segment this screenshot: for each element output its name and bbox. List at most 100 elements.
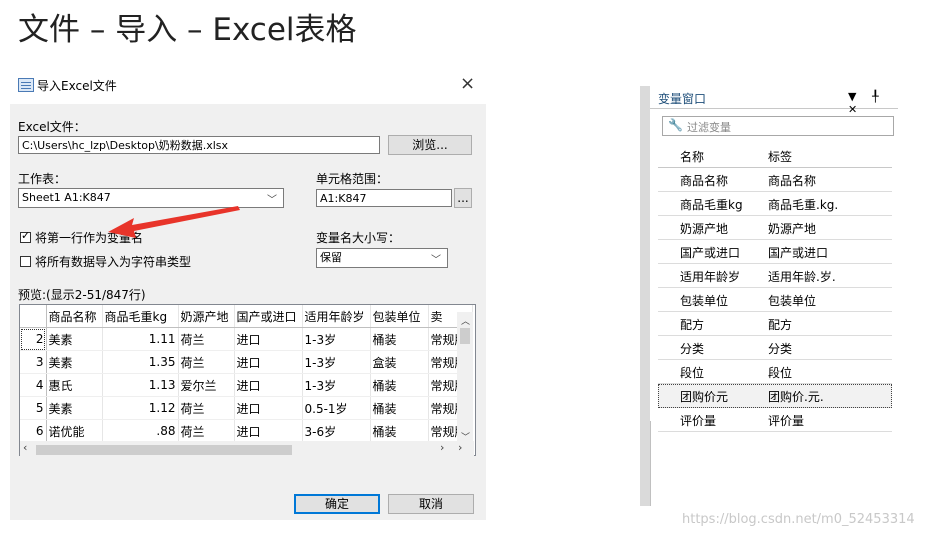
column-header[interactable]: 包装单位 xyxy=(370,305,429,328)
list-item[interactable]: 商品毛重kg 商品毛重.kg. xyxy=(658,192,892,216)
page-heading: 文件 – 导入 – Excel表格 xyxy=(18,12,357,48)
row-number: 4 xyxy=(20,373,47,397)
preview-grid[interactable]: 商品名称 商品毛重kg 奶源产地 国产或进口 适用年龄岁 包装单位 卖 2 美素… xyxy=(19,304,476,456)
list-item[interactable]: 配方 配方 xyxy=(658,312,892,336)
variable-label: 包装单位 xyxy=(768,294,817,308)
scroll-thumb[interactable] xyxy=(460,328,470,344)
grid-cell[interactable]: 惠氏 xyxy=(46,373,103,397)
panel-window-controls[interactable]: ▼ ╀ ✕ xyxy=(848,90,898,116)
browse-button[interactable]: 浏览... xyxy=(388,135,472,155)
preview-horizontal-scrollbar[interactable]: ‹ › › xyxy=(20,441,474,457)
preview-vertical-scrollbar[interactable]: ︿ ﹀ xyxy=(457,312,473,444)
grid-cell[interactable]: 1-3岁 xyxy=(302,327,371,351)
grid-cell[interactable]: 荷兰 xyxy=(178,327,235,351)
list-item[interactable]: 适用年龄岁 适用年龄.岁. xyxy=(658,264,892,288)
wrench-icon[interactable]: 🔧 xyxy=(668,118,683,132)
table-row[interactable]: 3 美素 1.35 荷兰 进口 1-3岁 盒装 常规版 xyxy=(20,350,473,374)
scroll-thumb[interactable] xyxy=(36,445,292,455)
list-item[interactable]: 奶源产地 奶源产地 xyxy=(658,216,892,240)
column-header-label[interactable]: 标签 xyxy=(768,148,792,165)
range-label: 单元格范围： xyxy=(316,172,389,186)
grid-cell[interactable]: 诺优能 xyxy=(46,419,103,443)
grid-cell[interactable]: 荷兰 xyxy=(178,350,235,374)
close-icon[interactable]: × xyxy=(460,73,475,94)
filter-variables-input[interactable]: 🔧 过滤变量 xyxy=(662,116,894,136)
scroll-left-icon[interactable]: ‹ xyxy=(23,441,27,454)
scroll-right-icon[interactable]: › xyxy=(440,441,444,454)
grid-cell[interactable]: 荷兰 xyxy=(178,396,235,420)
grid-cell[interactable]: 进口 xyxy=(234,327,303,351)
sheet-label: 工作表： xyxy=(18,172,67,186)
table-row[interactable]: 5 美素 1.12 荷兰 进口 0.5-1岁 桶装 常规版 xyxy=(20,396,473,420)
table-row[interactable]: 6 诺优能 .88 荷兰 进口 3-6岁 桶装 常规版 xyxy=(20,419,473,443)
import-as-string-checkbox[interactable] xyxy=(20,256,31,267)
list-item[interactable]: 段位 段位 xyxy=(658,360,892,384)
grid-cell[interactable]: 爱尔兰 xyxy=(178,373,235,397)
grid-cell[interactable]: 1.13 xyxy=(102,373,179,397)
grid-cell[interactable]: 进口 xyxy=(234,350,303,374)
grid-cell[interactable]: 进口 xyxy=(234,373,303,397)
grid-cell[interactable]: 桶装 xyxy=(370,327,429,351)
table-row[interactable]: 4 惠氏 1.13 爱尔兰 进口 1-3岁 桶装 常规版 xyxy=(20,373,473,397)
grid-cell[interactable]: 桶装 xyxy=(370,419,429,443)
range-picker-button[interactable]: ... xyxy=(454,188,472,208)
grid-cell[interactable]: 美素 xyxy=(46,327,103,351)
column-header-name[interactable]: 名称 xyxy=(680,148,704,165)
preview-label: 预览:(显示2-51/847行) xyxy=(18,288,146,302)
list-item[interactable]: 分类 分类 xyxy=(658,336,892,360)
grid-cell[interactable]: 荷兰 xyxy=(178,419,235,443)
watermark: https://blog.csdn.net/m0_52453314 xyxy=(682,512,915,527)
list-item[interactable]: 国产或进口 国产或进口 xyxy=(658,240,892,264)
grid-cell[interactable]: 1.11 xyxy=(102,327,179,351)
import-as-string-label[interactable]: 将所有数据导入为字符串类型 xyxy=(35,253,191,270)
sheet-select-value: Sheet1 A1:K847 xyxy=(22,191,111,204)
excel-file-input[interactable]: C:\Users\hc_lzp\Desktop\奶粉数据.xlsx xyxy=(18,136,380,154)
list-item[interactable]: 商品名称 商品名称 xyxy=(658,168,892,192)
variable-label: 段位 xyxy=(768,366,793,380)
variable-name: 配方 xyxy=(680,318,705,332)
column-header[interactable]: 奶源产地 xyxy=(178,305,235,328)
grid-cell[interactable]: 1.12 xyxy=(102,396,179,420)
grid-cell[interactable]: 进口 xyxy=(234,419,303,443)
variable-label: 评价量 xyxy=(768,414,805,428)
first-row-header-checkbox[interactable] xyxy=(20,229,31,243)
grid-cell[interactable]: 美素 xyxy=(46,350,103,374)
chevron-down-icon: ﹀ xyxy=(431,255,441,266)
column-header[interactable]: 商品毛重kg xyxy=(102,305,179,328)
grid-cell[interactable]: 桶装 xyxy=(370,373,429,397)
dialog-title: 导入Excel文件 xyxy=(37,79,117,93)
grid-cell[interactable]: 3-6岁 xyxy=(302,419,371,443)
grid-corner xyxy=(20,305,47,328)
variable-name: 包装单位 xyxy=(680,294,729,308)
scroll-right-icon[interactable]: › xyxy=(458,441,462,454)
grid-cell[interactable]: .88 xyxy=(102,419,179,443)
column-header[interactable]: 国产或进口 xyxy=(234,305,303,328)
table-row[interactable]: 2 美素 1.11 荷兰 进口 1-3岁 桶装 常规版 xyxy=(20,327,473,351)
grid-cell[interactable]: 0.5-1岁 xyxy=(302,396,371,420)
import-excel-dialog: 导入Excel文件 × Excel文件： C:\Users\hc_lzp\Des… xyxy=(10,68,486,520)
list-item[interactable]: 评价量 评价量 xyxy=(658,408,892,432)
ok-button[interactable]: 确定 xyxy=(294,494,380,514)
grid-cell[interactable]: 桶装 xyxy=(370,396,429,420)
variable-label: 商品名称 xyxy=(768,174,817,188)
grid-cell[interactable]: 1-3岁 xyxy=(302,373,371,397)
variables-panel-title: 变量窗口 xyxy=(658,92,707,106)
column-header[interactable]: 适用年龄岁 xyxy=(302,305,371,328)
variable-label: 奶源产地 xyxy=(768,222,817,236)
grid-cell[interactable]: 盒装 xyxy=(370,350,429,374)
case-label: 变量名大小写： xyxy=(316,231,401,245)
case-select[interactable]: 保留 ﹀ xyxy=(316,248,448,268)
scroll-up-icon[interactable]: ︿ xyxy=(461,314,470,327)
cancel-button[interactable]: 取消 xyxy=(388,494,474,514)
row-number: 3 xyxy=(20,350,47,374)
variable-name: 团购价元 xyxy=(680,390,729,404)
variable-label: 商品毛重.kg. xyxy=(768,198,839,212)
list-item[interactable]: 团购价元 团购价.元. xyxy=(658,384,892,408)
list-item[interactable]: 包装单位 包装单位 xyxy=(658,288,892,312)
grid-cell[interactable]: 1.35 xyxy=(102,350,179,374)
grid-cell[interactable]: 1-3岁 xyxy=(302,350,371,374)
column-header[interactable]: 商品名称 xyxy=(46,305,103,328)
grid-cell[interactable]: 美素 xyxy=(46,396,103,420)
grid-cell[interactable]: 进口 xyxy=(234,396,303,420)
range-input[interactable]: A1:K847 xyxy=(316,189,452,207)
